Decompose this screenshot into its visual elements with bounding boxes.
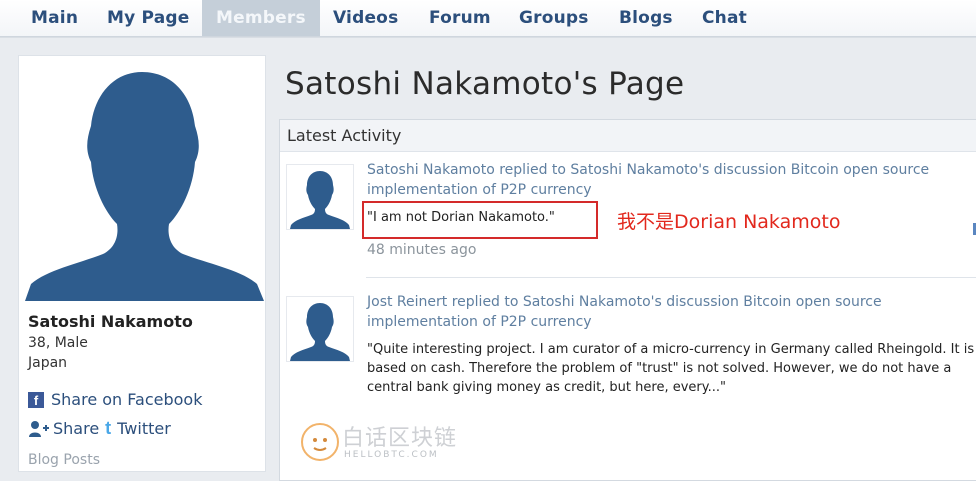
watermark-logo-icon: [301, 423, 339, 461]
activity-summary[interactable]: Satoshi Nakamoto replied to Satoshi Naka…: [367, 160, 976, 200]
page-title: Satoshi Nakamoto's Page: [285, 66, 685, 102]
share-facebook-label: Share on Facebook: [51, 390, 203, 409]
share-twitter-row[interactable]: Share t Twitter: [28, 418, 171, 439]
profile-name: Satoshi Nakamoto: [28, 312, 193, 331]
nav-my-page[interactable]: My Page: [107, 0, 190, 36]
activity-avatar[interactable]: [286, 164, 354, 230]
nav-members[interactable]: Members: [202, 0, 320, 36]
nav-groups[interactable]: Groups: [519, 0, 589, 36]
profile-silhouette-icon: [25, 72, 264, 301]
nav-divider: [0, 37, 976, 38]
profile-sidebar: Satoshi Nakamoto 38, Male Japan f Share …: [18, 55, 266, 472]
nav-main[interactable]: Main: [31, 0, 78, 36]
user-silhouette-icon: [290, 303, 350, 361]
nav-videos[interactable]: Videos: [333, 0, 398, 36]
facebook-icon: f: [28, 391, 44, 408]
top-nav: Main My Page Members Videos Forum Groups…: [0, 0, 976, 37]
nav-forum[interactable]: Forum: [429, 0, 491, 36]
activity-time: 48 minutes ago: [367, 242, 477, 258]
profile-location: Japan: [28, 355, 68, 371]
user-silhouette-icon: [290, 171, 350, 229]
activity-divider: [366, 277, 976, 278]
profile-avatar[interactable]: [21, 58, 264, 301]
activity-avatar[interactable]: [286, 296, 354, 362]
watermark: 白话区块链 HELLOBTC.COM: [300, 420, 500, 470]
blog-posts-heading: Blog Posts: [28, 452, 100, 468]
watermark-text: 白话区块链: [342, 426, 458, 451]
share-people-icon: [29, 420, 49, 437]
twitter-label: Twitter: [117, 419, 171, 438]
twitter-icon: t: [105, 418, 112, 438]
share-label: Share: [53, 419, 100, 438]
nav-blogs[interactable]: Blogs: [619, 0, 673, 36]
activity-quote: "Quite interesting project. I am curator…: [367, 342, 975, 395]
watermark-subtext: HELLOBTC.COM: [344, 450, 439, 460]
panel-header: Latest Activity: [280, 120, 976, 152]
panel-title: Latest Activity: [287, 126, 402, 145]
activity-summary[interactable]: Jost Reinert replied to Satoshi Nakamoto…: [367, 292, 976, 332]
nav-chat[interactable]: Chat: [702, 0, 747, 36]
profile-age-gender: 38, Male: [28, 335, 88, 351]
share-facebook-link[interactable]: f Share on Facebook: [28, 390, 202, 409]
annotation-text: 我不是Dorian Nakamoto: [617, 211, 841, 233]
